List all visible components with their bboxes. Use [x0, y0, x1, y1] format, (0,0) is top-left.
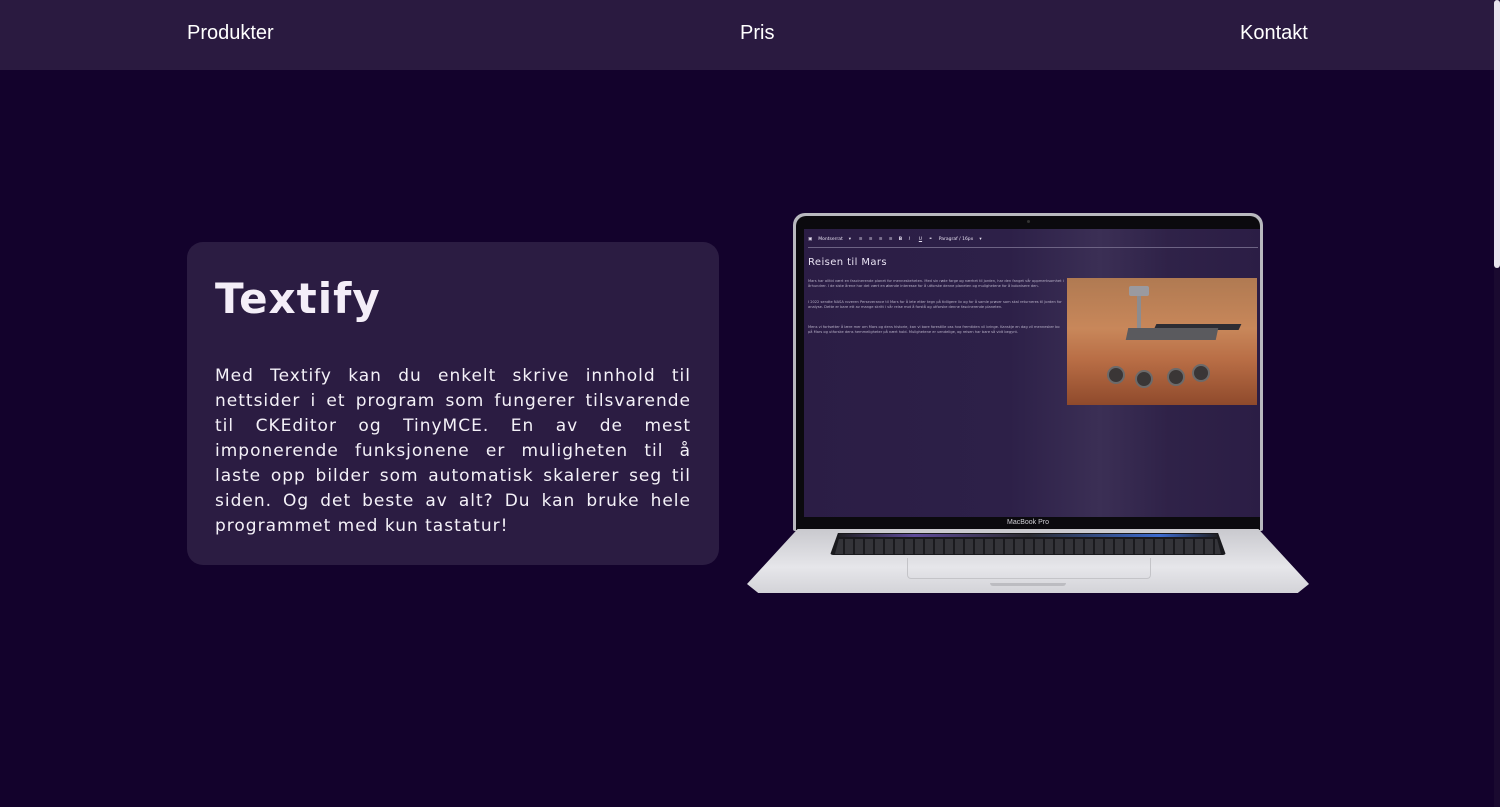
chevron-down-icon: ▾	[979, 237, 982, 242]
underline-icon: U	[918, 237, 923, 242]
bold-icon: B	[898, 237, 903, 242]
laptop-screen: ▣ Montserrat ▾ ≡ ≡ ≡ ≡ B I U ⚭ Paragraf …	[804, 229, 1260, 517]
align-left-icon: ≡	[858, 237, 863, 242]
rover-wheel	[1135, 370, 1153, 388]
camera-icon	[1027, 220, 1030, 223]
laptop-notch	[990, 583, 1066, 586]
rover-body	[1125, 328, 1219, 340]
document-paragraph: Mars har alltid vært en fascinerende pla…	[808, 279, 1064, 288]
hero-title: Textify	[215, 274, 381, 323]
document-paragraph: Mens vi fortsetter å lære mer om Mars og…	[808, 325, 1060, 334]
laptop-mockup-image: ▣ Montserrat ▾ ≡ ≡ ≡ ≡ B I U ⚭ Paragraf …	[747, 213, 1309, 595]
image-icon: ▣	[808, 237, 813, 242]
rover-camera-head	[1129, 286, 1149, 296]
mars-rover-image	[1067, 278, 1257, 405]
paragraph-select: Paragraf / 16px	[938, 237, 974, 242]
laptop-touchbar	[839, 534, 1217, 537]
align-right-icon: ≡	[878, 237, 883, 242]
align-justify-icon: ≡	[888, 237, 893, 242]
laptop-keys	[835, 539, 1221, 554]
document-paragraph: I 2022 sendte NASA roveren Perseverance …	[808, 300, 1062, 309]
nav-link-kontakt[interactable]: Kontakt	[1240, 22, 1308, 45]
align-center-icon: ≡	[868, 237, 873, 242]
document-title: Reisen til Mars	[808, 257, 888, 268]
rover-mast	[1137, 292, 1141, 332]
hero-card: Textify Med Textify kan du enkelt skrive…	[187, 242, 719, 565]
scrollbar-thumb[interactable]	[1494, 0, 1500, 268]
laptop-trackpad	[907, 558, 1151, 579]
font-select: Montserrat	[818, 237, 843, 242]
hero-description: Med Textify kan du enkelt skrive innhold…	[215, 366, 691, 537]
rover-wheel	[1192, 364, 1210, 382]
link-icon: ⚭	[928, 237, 933, 242]
page-scrollbar[interactable]	[1494, 0, 1500, 807]
italic-icon: I	[908, 237, 911, 242]
nav-link-produkter[interactable]: Produkter	[187, 22, 274, 45]
top-navigation: Produkter Pris Kontakt	[0, 0, 1494, 70]
rover-wheel	[1167, 368, 1185, 386]
editor-toolbar: ▣ Montserrat ▾ ≡ ≡ ≡ ≡ B I U ⚭ Paragraf …	[808, 233, 1258, 248]
rover-wheel	[1107, 366, 1125, 384]
chevron-down-icon: ▾	[848, 237, 852, 242]
nav-link-pris[interactable]: Pris	[740, 22, 774, 45]
laptop-bezel: ▣ Montserrat ▾ ≡ ≡ ≡ ≡ B I U ⚭ Paragraf …	[796, 216, 1260, 530]
laptop-brand-label: MacBook Pro	[1006, 519, 1050, 526]
laptop-lid: ▣ Montserrat ▾ ≡ ≡ ≡ ≡ B I U ⚭ Paragraf …	[793, 213, 1263, 531]
